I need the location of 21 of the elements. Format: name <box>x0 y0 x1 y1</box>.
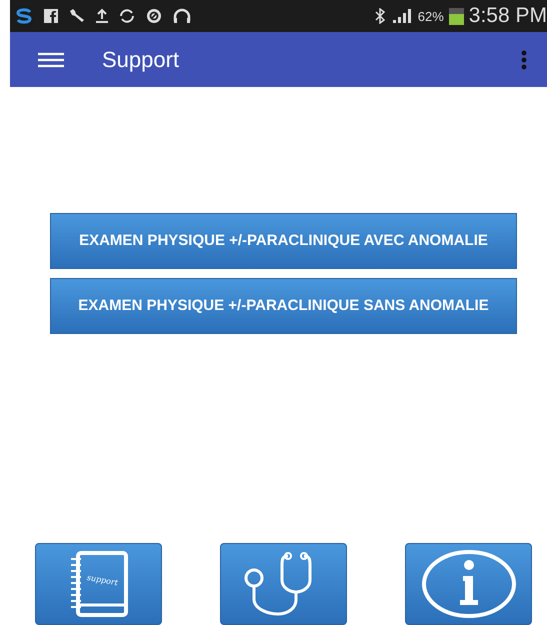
sync-icon <box>118 8 136 24</box>
sync-logo-icon <box>14 8 34 24</box>
icon-tile-button[interactable] <box>220 543 347 625</box>
exam-button[interactable]: EXAMEN PHYSIQUE +/-PARACLINIQUE SANS ANOMALIE <box>50 278 517 334</box>
exam-button[interactable]: EXAMEN PHYSIQUE +/-PARACLINIQUE AVEC ANOMALIE <box>50 213 517 269</box>
icon-tile-button[interactable] <box>405 543 532 625</box>
battery-icon <box>448 8 464 24</box>
facebook-icon <box>43 8 59 24</box>
signal-icon <box>390 8 413 24</box>
icon-tile-button[interactable]: support <box>35 543 162 625</box>
info-icon <box>420 549 516 619</box>
menu-icon[interactable] <box>38 52 64 68</box>
battery-percentage: 62% <box>418 8 444 24</box>
clock-time: 3:58 PM <box>468 4 547 28</box>
wrench-icon <box>68 8 86 24</box>
app-title: Support <box>102 46 180 72</box>
bluetooth-icon <box>374 8 386 24</box>
headphones-icon <box>172 8 192 24</box>
shield-icon <box>145 8 163 24</box>
more-options-icon[interactable] <box>521 50 527 70</box>
upload-icon <box>95 8 109 24</box>
